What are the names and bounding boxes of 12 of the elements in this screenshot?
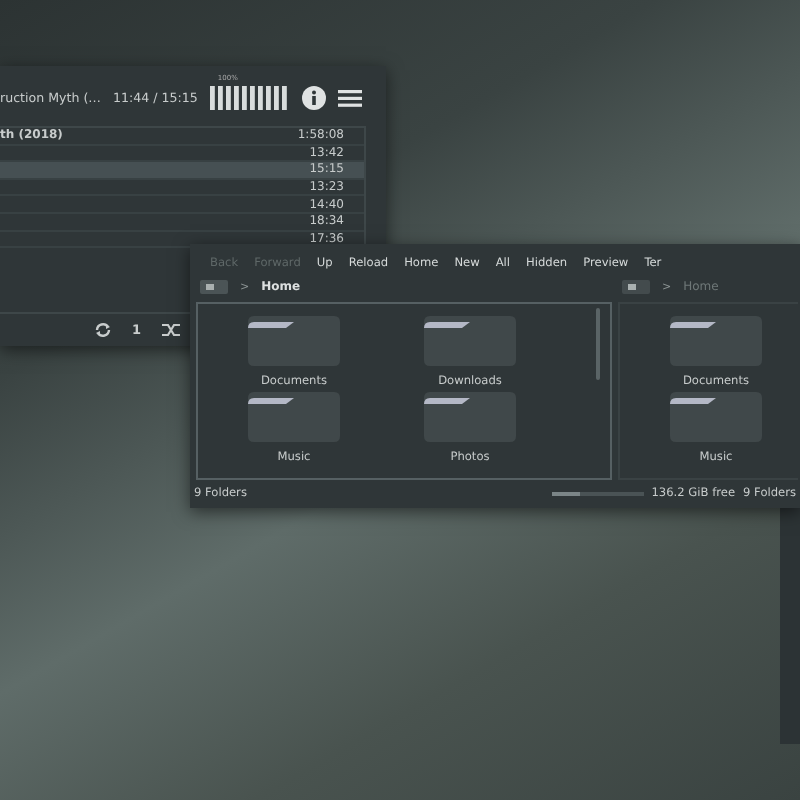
drive-icon[interactable] — [622, 280, 650, 294]
folder-icon[interactable] — [424, 392, 516, 442]
folder-icon[interactable] — [248, 392, 340, 442]
folder-icon[interactable] — [248, 316, 340, 366]
info-icon[interactable] — [301, 86, 326, 110]
drive-icon[interactable] — [200, 280, 228, 294]
shuffle-icon[interactable] — [161, 322, 182, 338]
folder-icon[interactable] — [670, 316, 762, 366]
menu-icon[interactable] — [337, 88, 362, 108]
repeat-icon[interactable] — [94, 322, 112, 338]
folder-icon[interactable] — [424, 316, 516, 366]
folder-icon[interactable] — [670, 392, 762, 442]
